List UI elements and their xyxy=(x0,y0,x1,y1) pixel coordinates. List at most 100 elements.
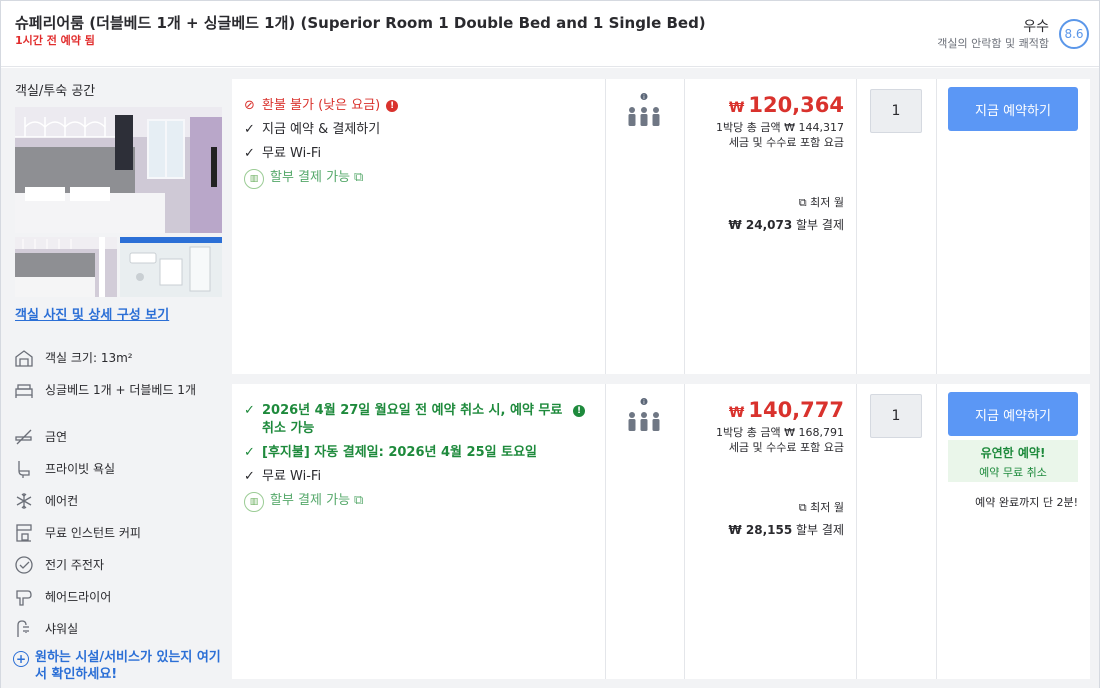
feature-item: ✓ 2026년 4월 27일 월요일 전 예약 취소 시, 예약 무료 취소 가… xyxy=(244,402,594,438)
price-box: ₩120,364 1박당 총 금액 ₩ 144,317 세금 및 수수료 포함 … xyxy=(684,93,844,233)
booking-time-note: 예약 완료까지 단 2분! xyxy=(975,496,1078,509)
occupancy: i xyxy=(616,93,668,137)
external-link-icon: ⧉ xyxy=(798,501,811,514)
installment-item[interactable]: ▥ 할부 결제 가능 ⧉ xyxy=(244,492,594,512)
installment-label: 할부 결제 가능 xyxy=(270,493,351,508)
book-now-button[interactable]: 지금 예약하기 xyxy=(948,87,1078,131)
installment-value: ₩ 28,155 xyxy=(728,523,793,537)
room-card: 슈페리어룸 (더블베드 1개 + 싱글베드 1개) (Superior Room… xyxy=(0,0,1100,688)
amenity-check-label: 원하는 시설/서비스가 있는지 여기서 확인하세요! xyxy=(35,650,221,682)
price-total-line: 1박당 총 금액 ₩ 144,317 xyxy=(716,121,844,134)
coffee-maker-icon xyxy=(13,522,35,544)
rating-subtitle: 객실의 안락함 및 쾌적함 xyxy=(937,37,1049,50)
flexible-booking-badge: 유연한 예약! 예약 무료 취소 xyxy=(948,440,1078,482)
check-icon: ✓ xyxy=(244,403,255,418)
info-icon[interactable]: ! xyxy=(573,405,585,417)
check-icon: ✓ xyxy=(244,469,255,484)
amenity-label: 샤워실 xyxy=(45,622,79,636)
amenity-item: 프라이빗 욕실 xyxy=(13,458,223,490)
external-link-icon: ⧉ xyxy=(354,170,364,185)
rate-offer: ✓ 2026년 4월 27일 월요일 전 예약 취소 시, 예약 무료 취소 가… xyxy=(232,384,1090,679)
private-bath-icon xyxy=(13,458,35,480)
room-quantity-select[interactable]: 1 xyxy=(870,89,922,133)
section-label: 객실/투숙 공간 xyxy=(15,84,96,99)
price-tax-line: 세금 및 수수료 포함 요금 xyxy=(728,441,844,454)
flexible-booking-subtitle: 예약 무료 취소 xyxy=(979,466,1047,479)
room-photo-thumb-1[interactable] xyxy=(15,237,117,297)
room-photo-thumb-2[interactable] xyxy=(120,237,222,297)
no-refund-icon: ⊘ xyxy=(244,98,255,113)
price-amount: 120,364 xyxy=(748,93,844,117)
amenity-label: 금연 xyxy=(45,430,68,444)
amenity-label: 프라이빗 욕실 xyxy=(45,462,116,476)
room-info-column: 객실/투숙 공간 객실 사진 및 상세 구성 보기 객실 크기: 13m² 싱글… xyxy=(1,68,231,688)
amenity-item: 객실 크기: 13m² xyxy=(13,347,223,379)
feature-label: 무료 Wi-Fi xyxy=(262,469,322,484)
amenity-label: 전기 주전자 xyxy=(45,558,105,572)
installment-icon: ▥ xyxy=(244,492,264,512)
amenity-item: 무료 인스턴트 커피 xyxy=(13,522,223,554)
installment-amount-label: 할부 결제 xyxy=(796,523,844,537)
rating-word: 우수 xyxy=(1023,19,1049,35)
feature-label: [후지불] 자동 결제일: 2026년 4월 25일 토요일 xyxy=(262,445,537,460)
installment-item[interactable]: ▥ 할부 결제 가능 ⧉ xyxy=(244,169,594,189)
no-smoking-icon xyxy=(13,426,35,448)
amenity-check-link[interactable]: + 원하는 시설/서비스가 있는지 여기서 확인하세요! xyxy=(13,649,223,683)
amenity-label: 싱글베드 1개 + 더블베드 1개 xyxy=(45,383,196,397)
room-body: 객실/투숙 공간 객실 사진 및 상세 구성 보기 객실 크기: 13m² 싱글… xyxy=(1,68,1099,688)
external-link-icon: ⧉ xyxy=(354,493,364,508)
feature-item: ⊘ 환불 불가 (낮은 요금)! xyxy=(244,97,594,115)
offer-features: ⊘ 환불 불가 (낮은 요금)! ✓ 지금 예약 & 결제하기 ✓ 무료 Wi-… xyxy=(244,97,594,195)
installment-label: 할부 결제 가능 xyxy=(270,170,351,185)
installment-amount-label: 할부 결제 xyxy=(796,218,844,232)
recent-booking-note: 1시간 전 예약 됨 xyxy=(15,34,95,47)
shower-icon xyxy=(13,618,35,640)
installment-amount: ₩ 28,155 할부 결제 xyxy=(684,521,844,538)
installment-icon: ▥ xyxy=(244,169,264,189)
feature-label: 2026년 4월 27일 월요일 전 예약 취소 시, 예약 무료 취소 가능 xyxy=(262,403,563,436)
check-icon: ✓ xyxy=(244,122,255,137)
price-main: ₩140,777 xyxy=(684,398,844,422)
price-tax-line: 세금 및 수수료 포함 요금 xyxy=(728,136,844,149)
installment-lowest-label: 최저 월 xyxy=(810,196,844,209)
snowflake-icon xyxy=(13,490,35,512)
amenity-item: 에어컨 xyxy=(13,490,223,522)
installment-lowest: ⧉ 최저 월 xyxy=(684,194,844,210)
room-title: 슈페리어룸 (더블베드 1개 + 싱글베드 1개) (Superior Room… xyxy=(15,14,706,32)
bed-icon xyxy=(13,379,35,401)
feature-label: 지금 예약 & 결제하기 xyxy=(262,122,381,137)
hair-dryer-icon xyxy=(13,586,35,608)
feature-label: 환불 불가 (낮은 요금) xyxy=(262,98,381,113)
amenity-list: 객실 크기: 13m² 싱글베드 1개 + 더블베드 1개 금연 프라이빗 욕실… xyxy=(13,347,223,650)
price-main: ₩120,364 xyxy=(684,93,844,117)
plus-circle-icon: + xyxy=(13,651,29,667)
amenity-item: 헤어드라이어 xyxy=(13,586,223,618)
flexible-booking-title: 유연한 예약! xyxy=(980,446,1046,460)
book-now-button[interactable]: 지금 예약하기 xyxy=(948,392,1078,436)
external-link-icon: ⧉ xyxy=(798,196,811,209)
amenity-item: 전기 주전자 xyxy=(13,554,223,586)
installment-lowest-label: 최저 월 xyxy=(810,501,844,514)
room-size-icon xyxy=(13,347,35,369)
currency-symbol: ₩ xyxy=(728,405,745,421)
feature-item: ✓ 무료 Wi-Fi xyxy=(244,145,594,163)
info-icon[interactable]: ! xyxy=(386,99,399,112)
occupancy-icon: i xyxy=(628,93,660,126)
installment-value: ₩ 24,073 xyxy=(728,218,793,232)
check-icon: ✓ xyxy=(244,445,255,460)
room-quantity-select[interactable]: 1 xyxy=(870,394,922,438)
amenity-item: 금연 xyxy=(13,426,223,458)
amenity-label: 무료 인스턴트 커피 xyxy=(45,526,141,540)
kettle-icon xyxy=(13,554,35,576)
room-photo-main[interactable] xyxy=(15,107,222,233)
review-score-badge: 8.6 xyxy=(1059,19,1089,49)
offer-features: ✓ 2026년 4월 27일 월요일 전 예약 취소 시, 예약 무료 취소 가… xyxy=(244,402,594,518)
installment-amount: ₩ 24,073 할부 결제 xyxy=(684,216,844,233)
room-header: 슈페리어룸 (더블베드 1개 + 싱글베드 1개) (Superior Room… xyxy=(1,1,1099,67)
room-photo-details-link[interactable]: 객실 사진 및 상세 구성 보기 xyxy=(15,304,169,323)
amenity-item: 싱글베드 1개 + 더블베드 1개 xyxy=(13,379,223,426)
currency-symbol: ₩ xyxy=(728,100,745,116)
price-amount: 140,777 xyxy=(748,398,844,422)
installment-lowest: ⧉ 최저 월 xyxy=(684,499,844,515)
feature-item: ✓ 지금 예약 & 결제하기 xyxy=(244,121,594,139)
